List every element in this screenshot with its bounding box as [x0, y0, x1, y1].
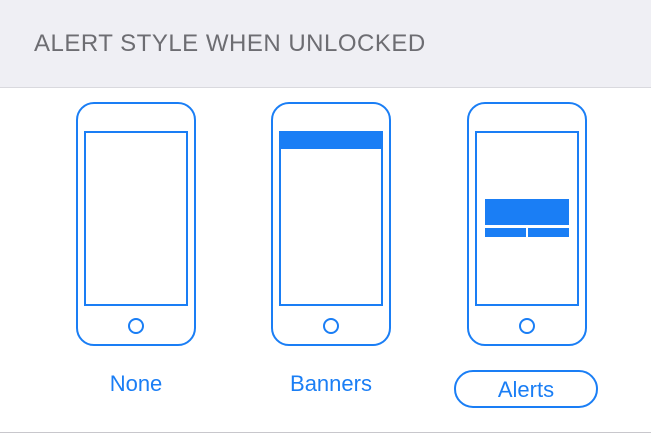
section-header: ALERT STYLE WHEN UNLOCKED: [0, 0, 651, 88]
home-button-icon: [128, 318, 144, 334]
alert-style-option-none[interactable]: None: [56, 100, 216, 420]
alert-style-page: ALERT STYLE WHEN UNLOCKED None Banners A…: [0, 0, 651, 435]
phone-screen: [84, 131, 188, 306]
home-button-icon: [519, 318, 535, 334]
alert-style-option-alerts[interactable]: Alerts: [447, 100, 607, 420]
phone-screen: [279, 131, 383, 306]
alert-box-icon: [485, 199, 569, 225]
alert-style-option-banners[interactable]: Banners: [251, 100, 411, 420]
option-label-alerts[interactable]: Alerts: [454, 370, 598, 408]
option-label-none[interactable]: None: [56, 364, 216, 404]
bottom-divider: [0, 432, 651, 433]
phone-icon[interactable]: [76, 102, 196, 346]
option-label-banners[interactable]: Banners: [251, 364, 411, 404]
section-title: ALERT STYLE WHEN UNLOCKED: [34, 30, 426, 57]
phone-alert-icon[interactable]: [467, 102, 587, 346]
phone-banner-icon[interactable]: [271, 102, 391, 346]
phone-screen: [475, 131, 579, 306]
alert-button-left-icon: [485, 228, 526, 237]
banner-bar-icon: [281, 133, 381, 149]
alert-button-right-icon: [528, 228, 569, 237]
home-button-icon: [323, 318, 339, 334]
